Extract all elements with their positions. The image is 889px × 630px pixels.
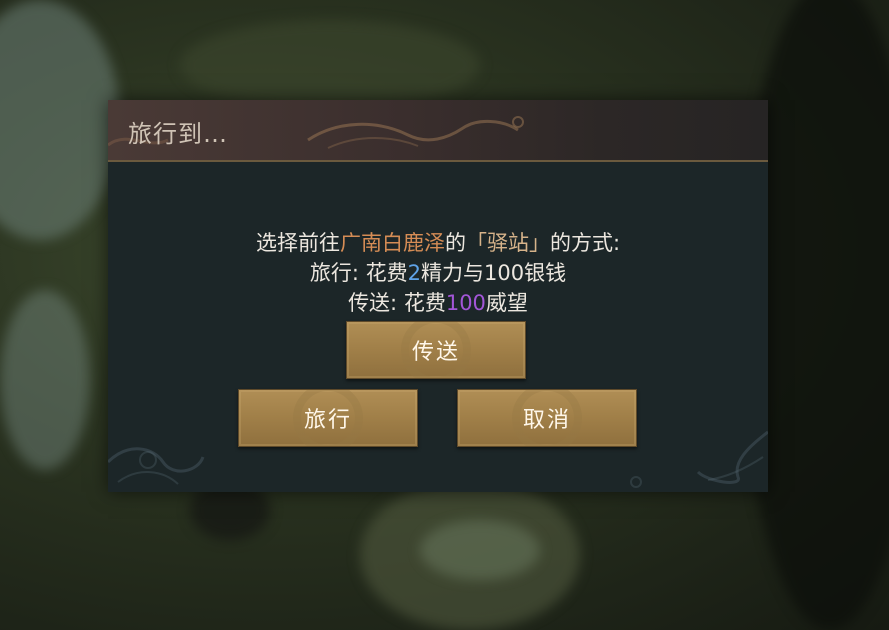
dialog-message: 选择前往广南白鹿泽的「驿站」的方式: 旅行: 花费2精力与100银钱 传送: 花… — [108, 228, 768, 318]
map-river-blur — [0, 0, 120, 240]
map-river-blur-lower — [0, 290, 90, 470]
message-line-teleport-cost: 传送: 花费100威望 — [108, 288, 768, 318]
travel-cost-prefix: 旅行: 花费 — [309, 261, 408, 285]
destination-suffix: 的方式: — [549, 231, 621, 255]
dialog-title: 旅行到… — [128, 120, 228, 148]
map-terrain-blur — [180, 20, 480, 110]
map-light-blur — [420, 520, 540, 580]
wave-ornament-icon — [108, 430, 768, 488]
dialog-title-bar: 旅行到… — [108, 100, 768, 162]
message-line-travel-cost: 旅行: 花费2精力与100银钱 — [108, 258, 768, 288]
travel-dialog: 旅行到… 选择前往广南白鹿泽的「驿站」的方式: 旅行: 花费2精力与100银钱 … — [108, 100, 768, 492]
travel-energy-cost: 2 — [407, 261, 422, 285]
teleport-button[interactable]: 传送 — [346, 321, 526, 379]
destination-mid: 的 — [444, 231, 466, 255]
destination-station-name: 「驿站」 — [465, 231, 550, 255]
destination-place-name: 广南白鹿泽 — [339, 231, 445, 255]
teleport-cost-suffix: 威望 — [485, 291, 528, 315]
teleport-cost-prefix: 传送: 花费 — [348, 291, 446, 315]
game-map-background: 旅行到… 选择前往广南白鹿泽的「驿站」的方式: 旅行: 花费2精力与100银钱 … — [0, 0, 889, 630]
teleport-prestige-cost: 100 — [445, 291, 486, 315]
teleport-button-label: 传送 — [411, 340, 460, 365]
travel-cost-suffix: 精力与100银钱 — [421, 261, 567, 285]
message-line-destination: 选择前往广南白鹿泽的「驿站」的方式: — [108, 228, 768, 258]
destination-prefix: 选择前往 — [255, 231, 340, 255]
